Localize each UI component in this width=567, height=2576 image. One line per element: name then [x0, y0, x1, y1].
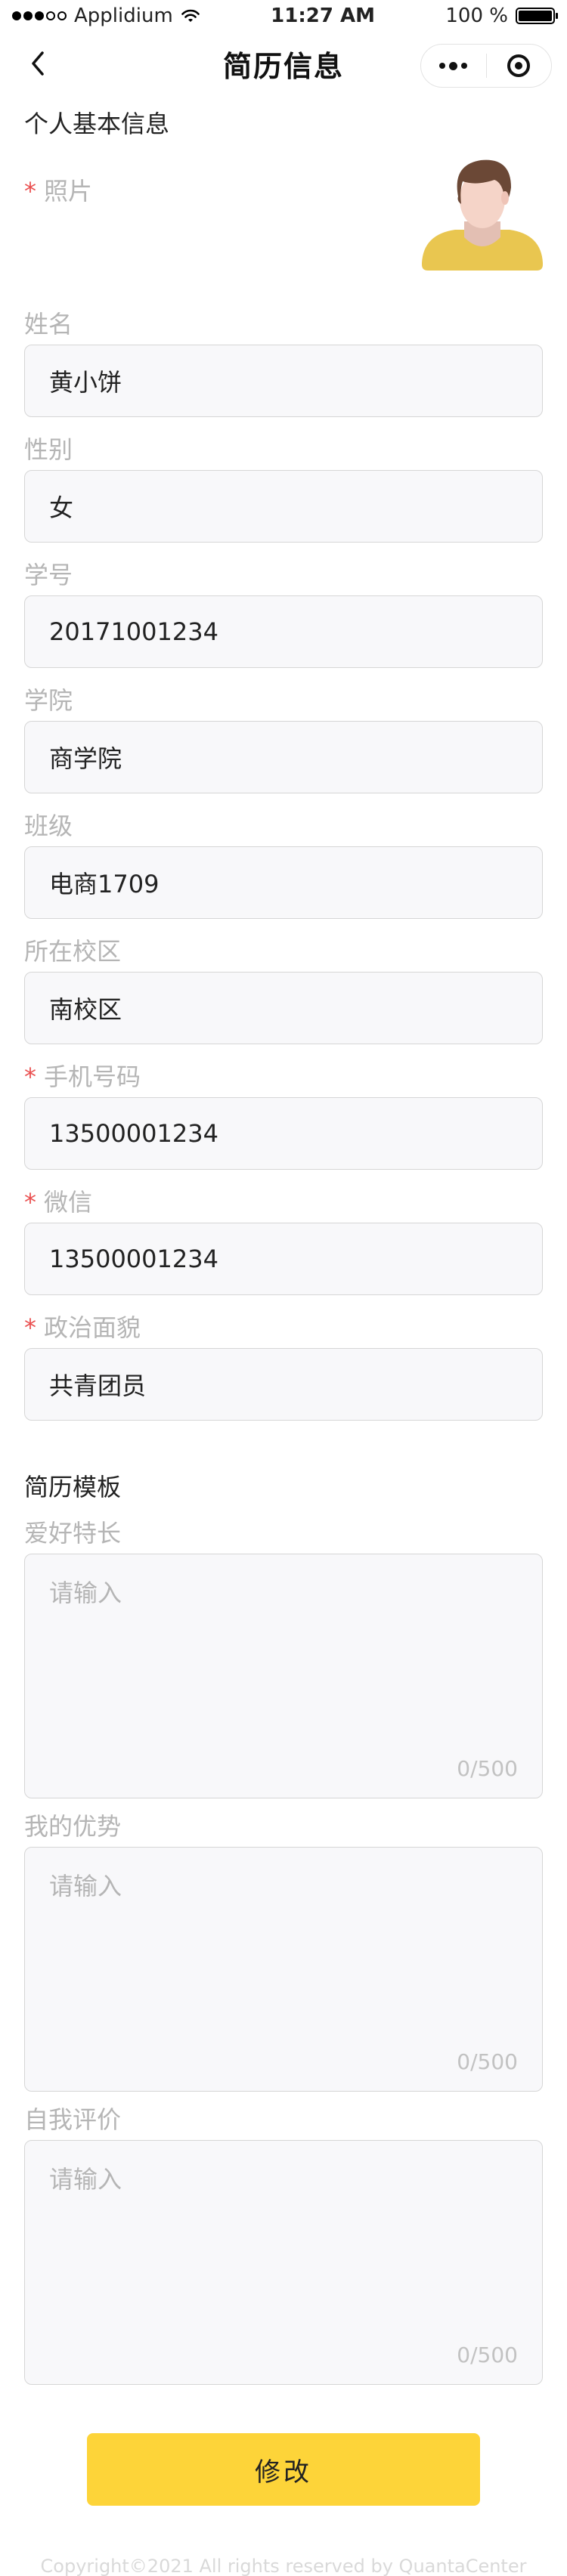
photo-row: * 照片 [24, 142, 543, 310]
chevron-left-icon [32, 51, 44, 76]
field-label: * 手机号码 [24, 1062, 141, 1091]
required-mark: * [24, 1188, 36, 1217]
wifi-icon [181, 9, 200, 22]
photo-label: * 照片 [24, 177, 93, 206]
textarea-label: 我的优势 [24, 1812, 122, 1841]
field-label: 班级 [24, 812, 73, 840]
field-label: 学号 [24, 561, 73, 589]
nav-bar: 简历信息 [0, 32, 567, 95]
carrier-name: Applidium [74, 5, 173, 27]
class-input[interactable]: 电商1709 [24, 846, 543, 919]
avatar[interactable] [422, 150, 543, 271]
wechat-input[interactable]: 13500001234 [24, 1223, 543, 1295]
textarea-label: 自我评价 [24, 2105, 122, 2134]
battery-icon [515, 8, 558, 24]
field-name: 姓名 黄小饼 [24, 310, 543, 417]
field-campus: 所在校区 南校区 [24, 937, 543, 1044]
field-class: 班级 电商1709 [24, 812, 543, 919]
student-id-input[interactable]: 20171001234 [24, 595, 543, 668]
field-college: 学院 商学院 [24, 686, 543, 793]
page-title: 简历信息 [222, 49, 344, 83]
phone-input[interactable]: 13500001234 [24, 1097, 543, 1170]
field-label: 所在校区 [24, 937, 122, 966]
hobbies-textarea[interactable]: 请输入 0/500 [24, 1554, 543, 1798]
field-label: 姓名 [24, 310, 73, 339]
more-dots-icon [439, 61, 468, 70]
resume-form: 个人基本信息 * 照片 姓名 黄小饼 性别 女 学号 20171001234 学院… [0, 106, 567, 2576]
textarea-placeholder: 请输入 [49, 1579, 122, 1607]
field-label: * 微信 [24, 1188, 93, 1217]
required-mark: * [24, 1062, 36, 1091]
battery-percent: 100 % [445, 5, 508, 27]
submit-wrap: 修改 [24, 2433, 543, 2506]
status-bar: Applidium 11:27 AM 100 % [0, 0, 567, 32]
signal-icon [12, 11, 67, 20]
char-counter: 0/500 [457, 2049, 518, 2074]
status-left: Applidium [12, 5, 200, 27]
status-right: 100 % [445, 5, 558, 27]
field-phone: * 手机号码 13500001234 [24, 1062, 543, 1170]
field-label: * 政治面貌 [24, 1313, 141, 1342]
field-political-status: * 政治面貌 共青团员 [24, 1313, 543, 1421]
field-student-id: 学号 20171001234 [24, 561, 543, 668]
basic-fields: 姓名 黄小饼 性别 女 学号 20171001234 学院 商学院 班级 电商1… [24, 310, 543, 1421]
copyright-footer: Copyright©2021 All rights reserved by Qu… [40, 2556, 527, 2576]
political-status-input[interactable]: 共青团员 [24, 1348, 543, 1421]
gender-input[interactable]: 女 [24, 470, 543, 543]
name-input[interactable]: 黄小饼 [24, 345, 543, 417]
college-input[interactable]: 商学院 [24, 721, 543, 793]
campus-input[interactable]: 南校区 [24, 972, 543, 1044]
textarea-strengths: 我的优势 请输入 0/500 [24, 1812, 543, 2092]
close-program-button[interactable] [487, 45, 552, 87]
section-title-resume-template: 简历模板 [24, 1473, 122, 1501]
textarea-label: 爱好特长 [24, 1519, 122, 1548]
self-evaluation-textarea[interactable]: 请输入 0/500 [24, 2140, 543, 2385]
back-button[interactable] [23, 48, 53, 79]
textarea-hobbies: 爱好特长 请输入 0/500 [24, 1519, 543, 1798]
section-title-basic-info: 个人基本信息 [24, 110, 170, 138]
field-wechat: * 微信 13500001234 [24, 1188, 543, 1295]
target-circle-icon [507, 54, 531, 77]
field-label: 学院 [24, 686, 73, 715]
required-mark: * [24, 1313, 36, 1342]
more-button[interactable] [421, 45, 486, 87]
field-label: 性别 [24, 435, 73, 464]
textarea-placeholder: 请输入 [49, 2165, 122, 2194]
modify-button[interactable]: 修改 [87, 2433, 480, 2506]
char-counter: 0/500 [457, 1756, 518, 1781]
char-counter: 0/500 [457, 2343, 518, 2367]
textarea-self-evaluation: 自我评价 请输入 0/500 [24, 2105, 543, 2385]
required-mark: * [24, 177, 36, 206]
field-gender: 性别 女 [24, 435, 543, 543]
strengths-textarea[interactable]: 请输入 0/500 [24, 1847, 543, 2092]
textarea-placeholder: 请输入 [49, 1872, 122, 1900]
mini-program-capsule [420, 44, 552, 88]
status-time: 11:27 AM [271, 5, 375, 27]
